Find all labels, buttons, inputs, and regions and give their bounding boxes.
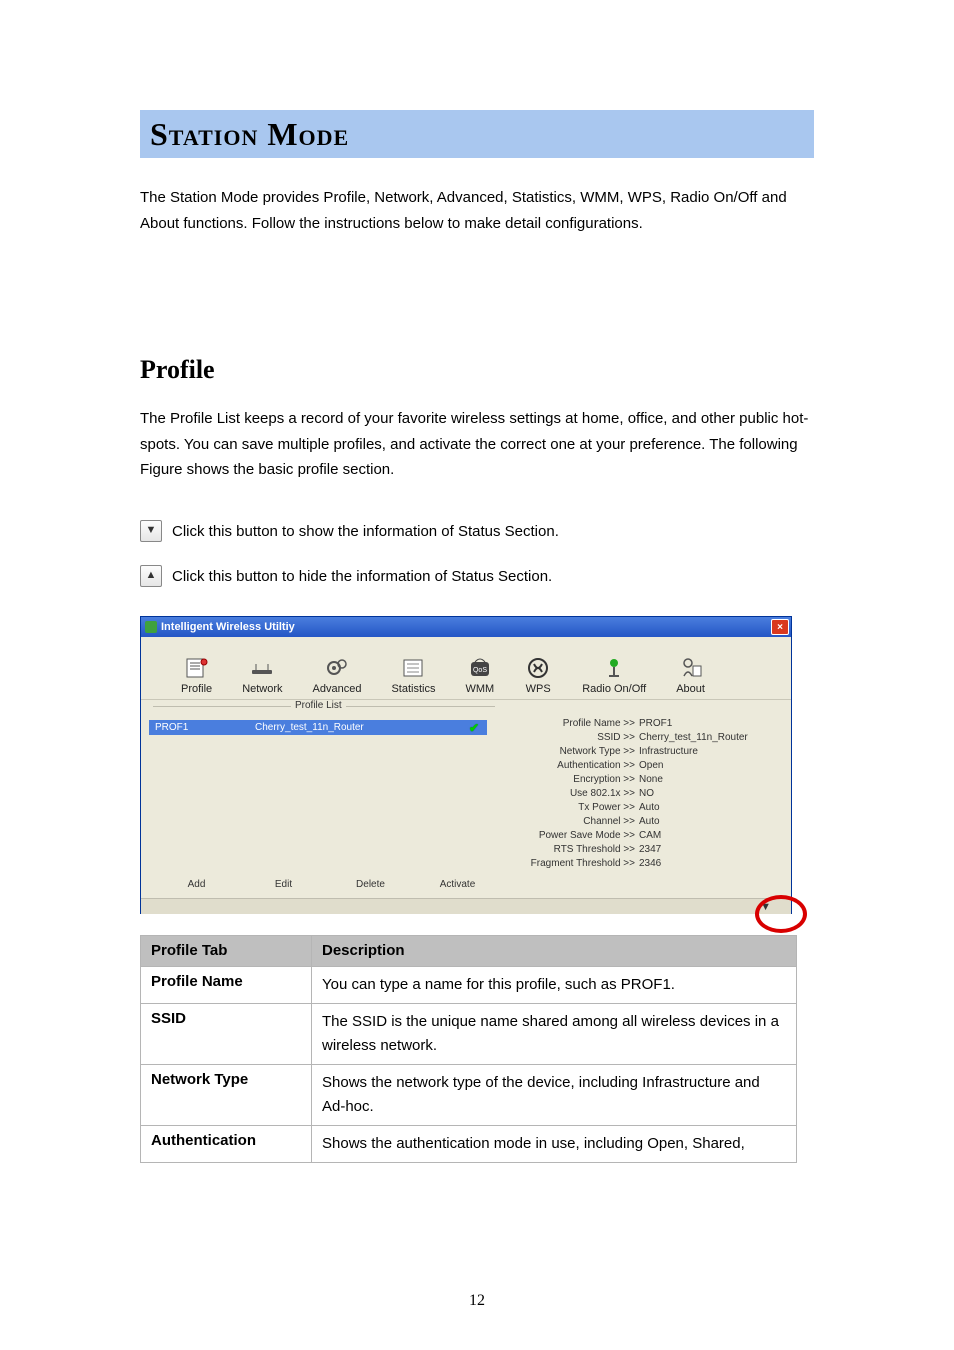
detail-label: Channel >> bbox=[505, 816, 639, 827]
chevron-down-icon: ▼ bbox=[760, 901, 771, 913]
detail-value: CAM bbox=[639, 830, 661, 841]
table-cell: SSID bbox=[141, 1004, 312, 1065]
detail-label: RTS Threshold >> bbox=[505, 844, 639, 855]
table-cell: Network Type bbox=[141, 1065, 312, 1126]
close-icon[interactable]: × bbox=[771, 619, 789, 635]
app-icon bbox=[145, 621, 157, 633]
svg-text:QoS: QoS bbox=[473, 667, 487, 674]
tab-about[interactable]: About bbox=[676, 655, 705, 695]
detail-value: Cherry_test_11n_Router bbox=[639, 732, 748, 743]
tab-label: Network bbox=[242, 683, 282, 695]
detail-label: Authentication >> bbox=[505, 760, 639, 771]
chevron-up-icon: ▲ bbox=[140, 565, 162, 587]
detail-value: Open bbox=[639, 760, 663, 771]
detail-label: Tx Power >> bbox=[505, 802, 639, 813]
detail-label: Profile Name >> bbox=[505, 718, 639, 729]
page-banner: Station Mode bbox=[140, 110, 814, 158]
detail-value: 2347 bbox=[639, 844, 661, 855]
detail-label: SSID >> bbox=[505, 732, 639, 743]
table-row: Network Type Shows the network type of t… bbox=[141, 1065, 797, 1126]
section-body: The Profile List keeps a record of your … bbox=[140, 406, 814, 483]
detail-label: Fragment Threshold >> bbox=[505, 858, 639, 869]
toolbar: Profile Network Advanced Statistics bbox=[141, 637, 791, 700]
activate-button[interactable]: Activate bbox=[430, 879, 485, 890]
table-cell: Shows the authentication mode in use, in… bbox=[312, 1126, 797, 1163]
detail-label: Encryption >> bbox=[505, 774, 639, 785]
table-cell: You can type a name for this profile, su… bbox=[312, 967, 797, 1004]
profile-row[interactable]: PROF1 Cherry_test_11n_Router ✔ bbox=[149, 720, 487, 735]
about-icon bbox=[677, 655, 705, 681]
detail-value: PROF1 bbox=[639, 718, 672, 729]
description-table: Profile Tab Description Profile Name You… bbox=[140, 935, 797, 1163]
detail-value: Infrastructure bbox=[639, 746, 698, 757]
detail-label: Power Save Mode >> bbox=[505, 830, 639, 841]
tab-radio[interactable]: Radio On/Off bbox=[582, 655, 646, 695]
legend-show-row: ▼ Click this button to show the informat… bbox=[140, 520, 814, 544]
profile-list-label: Profile List bbox=[291, 700, 346, 711]
profile-icon bbox=[183, 655, 211, 681]
tab-profile[interactable]: Profile bbox=[181, 655, 212, 695]
tab-label: Radio On/Off bbox=[582, 683, 646, 695]
profile-ssid-cell: Cherry_test_11n_Router bbox=[235, 722, 467, 733]
tab-label: About bbox=[676, 683, 705, 695]
tab-statistics[interactable]: Statistics bbox=[391, 655, 435, 695]
table-cell: Authentication bbox=[141, 1126, 312, 1163]
tab-advanced[interactable]: Advanced bbox=[313, 655, 362, 695]
table-header-a: Profile Tab bbox=[141, 936, 312, 967]
window-title: Intelligent Wireless Utiltiy bbox=[161, 621, 295, 633]
table-row: Authentication Shows the authentication … bbox=[141, 1126, 797, 1163]
add-button[interactable]: Add bbox=[169, 879, 224, 890]
tab-label: Profile bbox=[181, 683, 212, 695]
detail-value: None bbox=[639, 774, 663, 785]
titlebar: Intelligent Wireless Utiltiy × bbox=[141, 617, 791, 637]
table-cell: Profile Name bbox=[141, 967, 312, 1004]
table-cell: The SSID is the unique name shared among… bbox=[312, 1004, 797, 1065]
detail-label: Use 802.1x >> bbox=[505, 788, 639, 799]
statistics-icon bbox=[399, 655, 427, 681]
detail-value: NO bbox=[639, 788, 654, 799]
profile-detail-pane: Profile Name >>PROF1 SSID >>Cherry_test_… bbox=[495, 700, 791, 898]
edit-button[interactable]: Edit bbox=[256, 879, 311, 890]
tab-wps[interactable]: WPS bbox=[524, 655, 552, 695]
legend-hide-text: Click this button to hide the informatio… bbox=[172, 565, 552, 589]
detail-value: 2346 bbox=[639, 858, 661, 869]
detail-value: Auto bbox=[639, 802, 660, 813]
legend-show-text: Click this button to show the informatio… bbox=[172, 520, 559, 544]
tab-label: WPS bbox=[526, 683, 551, 695]
section-title-profile: Profile bbox=[140, 355, 215, 385]
table-header-b: Description bbox=[312, 936, 797, 967]
tab-label: WMM bbox=[465, 683, 494, 695]
radio-icon bbox=[600, 655, 628, 681]
profile-name-cell: PROF1 bbox=[155, 722, 235, 733]
legend-hide-row: ▲ Click this button to hide the informat… bbox=[140, 565, 814, 589]
detail-value: Auto bbox=[639, 816, 660, 827]
gear-icon bbox=[323, 655, 351, 681]
table-row: SSID The SSID is the unique name shared … bbox=[141, 1004, 797, 1065]
check-icon: ✔ bbox=[467, 722, 481, 734]
expand-bar[interactable]: ▼ bbox=[141, 898, 791, 914]
network-icon bbox=[248, 655, 276, 681]
page-number: 12 bbox=[0, 1292, 954, 1310]
delete-button[interactable]: Delete bbox=[343, 879, 398, 890]
table-row: Profile Name You can type a name for thi… bbox=[141, 967, 797, 1004]
wps-icon bbox=[524, 655, 552, 681]
app-window: Intelligent Wireless Utiltiy × Profile N… bbox=[140, 616, 792, 914]
wmm-icon: QoS bbox=[466, 655, 494, 681]
intro-paragraph: The Station Mode provides Profile, Netwo… bbox=[140, 185, 814, 236]
detail-label: Network Type >> bbox=[505, 746, 639, 757]
banner-title: Station Mode bbox=[150, 116, 349, 153]
tab-wmm[interactable]: QoS WMM bbox=[465, 655, 494, 695]
tab-network[interactable]: Network bbox=[242, 655, 282, 695]
chevron-down-icon: ▼ bbox=[140, 520, 162, 542]
profile-list-pane: Profile List PROF1 Cherry_test_11n_Route… bbox=[141, 700, 495, 898]
tab-label: Advanced bbox=[313, 683, 362, 695]
tab-label: Statistics bbox=[391, 683, 435, 695]
table-cell: Shows the network type of the device, in… bbox=[312, 1065, 797, 1126]
